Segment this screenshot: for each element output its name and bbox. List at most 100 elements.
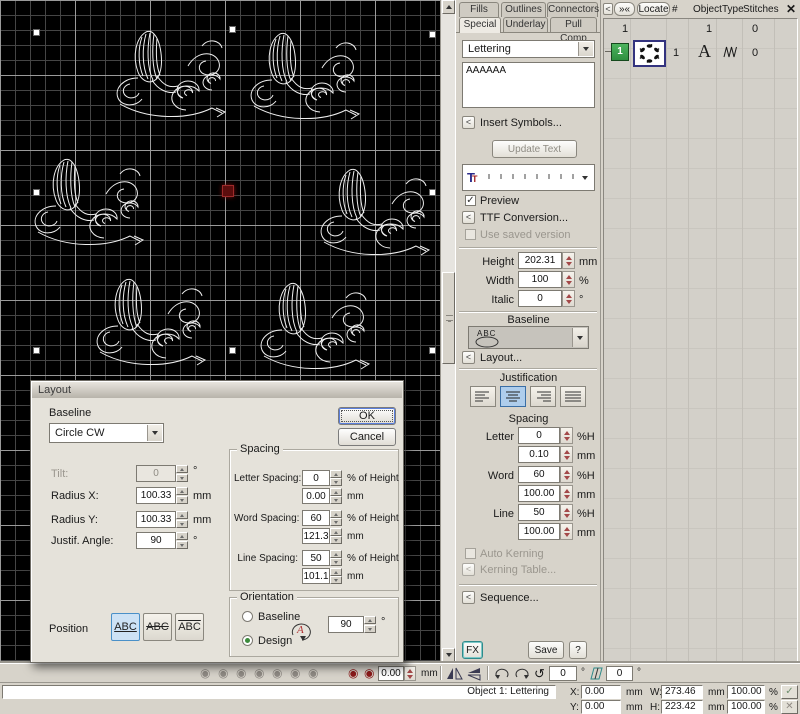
nudge-distance-spinner[interactable] [404, 666, 416, 681]
tab-outlines[interactable]: Outlines [501, 2, 546, 17]
line-spacing-mm-field[interactable]: 100.00 [518, 523, 560, 540]
height-spinner[interactable] [562, 252, 575, 269]
letter-spacing-mm-field[interactable]: 0.10 [518, 446, 560, 463]
selection-handle-top-center[interactable] [229, 26, 236, 33]
word-spacing-percent-spinner[interactable] [330, 510, 342, 526]
hoop-tool-icon[interactable]: ◉ [254, 666, 264, 680]
active-tool-icon[interactable]: ◉ [348, 666, 358, 680]
cancel-button[interactable]: Cancel [338, 428, 396, 446]
kerning-table-button[interactable]: < [462, 563, 475, 576]
vertical-scrollbar[interactable] [440, 0, 455, 663]
hoop-tool-icon[interactable]: ◉ [200, 666, 210, 680]
lettering-type-select[interactable]: Lettering [462, 40, 595, 58]
hoop-tool-icon[interactable]: ◉ [272, 666, 282, 680]
word-spacing-percent-field[interactable]: 60 [302, 510, 330, 526]
height-value-field[interactable]: 223.42 [661, 700, 703, 714]
letter-spacing-percent-spinner[interactable] [330, 470, 342, 486]
letter-spacing-percent-field[interactable]: 0 [302, 470, 330, 486]
locate-button[interactable]: Locate [637, 2, 670, 16]
help-button[interactable]: ? [569, 641, 587, 659]
film-close-button[interactable]: ✕ [786, 2, 796, 16]
ok-button[interactable]: OK [338, 407, 396, 425]
dropdown-arrow-icon[interactable] [578, 42, 593, 56]
save-button[interactable]: Save [528, 641, 564, 659]
justif-angle-spinner[interactable] [176, 532, 188, 549]
fx-button[interactable]: FX [462, 641, 483, 659]
height-field[interactable]: 202.31 [518, 252, 562, 269]
word-spacing-mm-spinner[interactable] [560, 485, 573, 502]
letter-spacing-percent-spinner[interactable] [560, 427, 573, 444]
radius-x-field[interactable]: 100.33 [136, 487, 176, 504]
use-saved-version-checkbox[interactable] [465, 229, 476, 240]
line-spacing-percent-field[interactable]: 50 [302, 550, 330, 566]
width-percent-field[interactable]: 100.00 [727, 685, 765, 699]
active-tool-icon[interactable]: ◉ [364, 666, 374, 680]
radius-x-spinner[interactable] [176, 487, 188, 504]
line-spacing-mm-spinner[interactable] [330, 568, 342, 584]
cancel-transform-button[interactable]: ✕ [781, 700, 798, 714]
insert-symbols-button[interactable]: < [462, 116, 475, 129]
layout-button[interactable]: < [462, 351, 475, 364]
position-over-baseline-button[interactable]: ABC [175, 613, 204, 641]
preview-checkbox[interactable]: ✓ [465, 195, 476, 206]
height-percent-field[interactable]: 100.00 [727, 700, 765, 714]
hoop-tool-icon[interactable]: ◉ [290, 666, 300, 680]
rotation-center-marker[interactable] [222, 185, 234, 197]
scroll-down-button[interactable] [442, 648, 455, 662]
tab-special[interactable]: Special [459, 17, 501, 33]
tab-connectors[interactable]: Connectors [547, 2, 598, 17]
rotate-angle-field[interactable]: 0 [549, 666, 577, 681]
hoop-tool-icon[interactable]: ◉ [236, 666, 246, 680]
scroll-up-button[interactable] [442, 0, 455, 14]
width-value-field[interactable]: 273.46 [661, 685, 703, 699]
orientation-baseline-radio[interactable] [242, 611, 253, 622]
selection-handle-bottom-right[interactable] [429, 347, 436, 354]
word-spacing-mm-field[interactable]: 100.00 [518, 485, 560, 502]
line-spacing-percent-spinner[interactable] [330, 550, 342, 566]
hoop-tool-icon[interactable]: ◉ [308, 666, 318, 680]
color-chip[interactable]: 1 [611, 43, 629, 61]
font-select[interactable]: T T [462, 164, 595, 191]
letter-spacing-mm-field[interactable]: 0.00 [302, 488, 330, 504]
radius-y-field[interactable]: 100.33 [136, 511, 176, 528]
radius-y-spinner[interactable] [176, 511, 188, 528]
update-text-button[interactable]: Update Text [492, 140, 577, 158]
tab-underlay[interactable]: Underlay [503, 17, 548, 32]
selection-handle-bottom-center[interactable] [229, 347, 236, 354]
tilt-spinner[interactable] [176, 465, 188, 482]
width-spinner[interactable] [562, 271, 575, 288]
justify-left-button[interactable] [470, 386, 496, 407]
justify-right-button[interactable] [530, 386, 556, 407]
selection-handle-mid-left[interactable] [33, 189, 40, 196]
selection-handle-bottom-left[interactable] [33, 347, 40, 354]
auto-kerning-checkbox[interactable] [465, 548, 476, 559]
hoop-tool-icon[interactable]: ◉ [218, 666, 228, 680]
tilt-field[interactable]: 0 [136, 465, 176, 482]
dialog-titlebar[interactable]: Layout [32, 382, 402, 398]
line-spacing-mm-spinner[interactable] [560, 523, 573, 540]
rotate-reset-icon[interactable]: ↺ [534, 666, 545, 682]
letter-spacing-mm-spinner[interactable] [330, 488, 342, 504]
position-center-baseline-button[interactable]: ABC [143, 613, 172, 641]
line-spacing-percent-spinner[interactable] [560, 504, 573, 521]
skew-angle-field[interactable]: 0 [606, 666, 633, 681]
lettering-text-input[interactable]: AAAAAA [462, 62, 595, 108]
dropdown-arrow-icon[interactable] [572, 328, 587, 347]
justif-angle-field[interactable]: 90 [136, 532, 176, 549]
tab-fills[interactable]: Fills [459, 2, 499, 17]
film-list[interactable]: 1 1 0 1 [603, 18, 798, 662]
justify-center-button[interactable] [500, 386, 526, 407]
line-spacing-mm-field[interactable]: 101.1 [302, 568, 330, 584]
word-spacing-mm-spinner[interactable] [330, 528, 342, 544]
sequence-button[interactable]: < [462, 591, 475, 604]
y-position-field[interactable]: 0.00 [581, 700, 621, 714]
tab-pull-comp[interactable]: Pull Comp [550, 17, 597, 32]
orientation-angle-spinner[interactable] [364, 616, 376, 633]
line-spacing-percent-field[interactable]: 50 [518, 504, 560, 521]
film-collapse-button[interactable]: »« [614, 2, 635, 16]
position-under-baseline-button[interactable]: ABC [111, 613, 140, 641]
dropdown-arrow-icon[interactable] [582, 176, 588, 180]
x-position-field[interactable]: 0.00 [581, 685, 621, 699]
orientation-design-radio[interactable] [242, 635, 253, 646]
letter-spacing-mm-spinner[interactable] [560, 446, 573, 463]
